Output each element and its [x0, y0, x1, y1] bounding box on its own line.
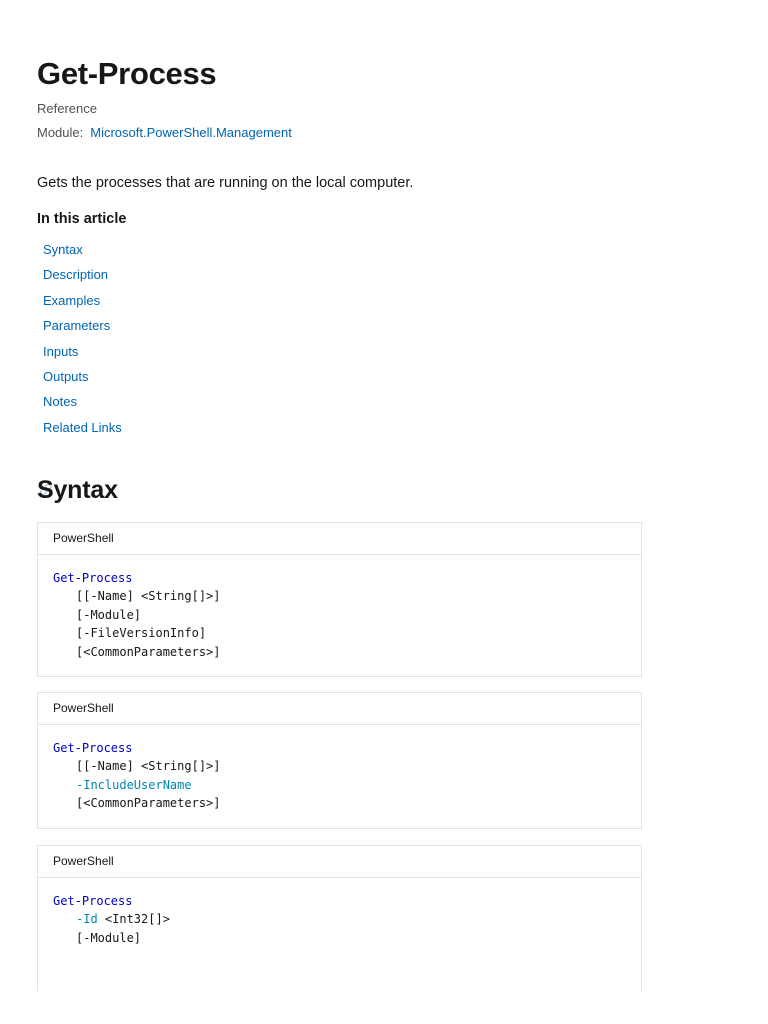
code-parameter: -Id [76, 912, 98, 927]
toc-heading: In this article [37, 211, 127, 227]
module-line: Module: Microsoft.PowerShell.Management [37, 124, 292, 142]
module-link[interactable]: Microsoft.PowerShell.Management [90, 125, 292, 140]
toc-link-outputs[interactable]: Outputs [43, 369, 89, 384]
code-language-label: PowerShell [38, 693, 641, 725]
toc-link-parameters[interactable]: Parameters [43, 318, 110, 333]
code-language-label: PowerShell [38, 846, 641, 878]
toc-link-notes[interactable]: Notes [43, 394, 77, 409]
toc-item: Outputs [43, 368, 122, 393]
code-command: Get-Process [53, 894, 133, 908]
toc-link-related-links[interactable]: Related Links [43, 420, 122, 435]
syntax-heading: Syntax [37, 476, 118, 504]
toc-link-inputs[interactable]: Inputs [43, 344, 78, 359]
page-title: Get-Process [37, 56, 217, 91]
code-command: Get-Process [53, 741, 133, 755]
code-line: [<CommonParameters>] [76, 644, 221, 659]
toc-item: Syntax [43, 241, 122, 266]
toc-item: Notes [43, 393, 122, 418]
toc-link-description[interactable]: Description [43, 267, 108, 282]
toc-item: Inputs [43, 343, 122, 368]
code-line: -Id <Int32[]> [53, 910, 626, 928]
code-language-label: PowerShell [38, 523, 641, 555]
code-parameter: -IncludeUserName [76, 777, 192, 792]
toc-link-syntax[interactable]: Syntax [43, 242, 83, 257]
reference-label: Reference [37, 101, 97, 116]
code-line: [-Module] [76, 930, 142, 945]
toc-item: Parameters [43, 317, 122, 342]
code-line: [[-Name] <String[]>] [76, 759, 221, 774]
code-content: Get-Process [[-Name] <String[]>] -IncludeU… [38, 725, 641, 813]
toc-link-examples[interactable]: Examples [43, 293, 100, 308]
code-line: [-FileVersionInfo] [76, 626, 207, 641]
toc-item: Examples [43, 292, 122, 317]
module-label: Module: [37, 125, 84, 140]
toc-item: Related Links [43, 419, 122, 444]
toc-item: Description [43, 266, 122, 291]
code-line: [[-Name] <String[]>] [76, 589, 221, 604]
code-command: Get-Process [53, 571, 133, 585]
summary-text: Gets the processes that are running on t… [37, 175, 414, 191]
code-line: [<CommonParameters>] [76, 796, 221, 811]
toc-list: Syntax Description Examples Parameters I… [43, 241, 122, 444]
code-block: PowerShell Get-Process [[-Name] <String[]… [37, 522, 642, 677]
code-type: <Int32[]> [97, 912, 170, 927]
code-block: PowerShell Get-Process -Id <Int32[]> [-Mod… [37, 845, 642, 991]
code-block: PowerShell Get-Process [[-Name] <String[]… [37, 692, 642, 829]
code-content: Get-Process -Id <Int32[]> [-Module] [38, 878, 641, 947]
code-line: [-Module] [76, 607, 142, 622]
code-content: Get-Process [[-Name] <String[]>] [-Module]… [38, 555, 641, 661]
